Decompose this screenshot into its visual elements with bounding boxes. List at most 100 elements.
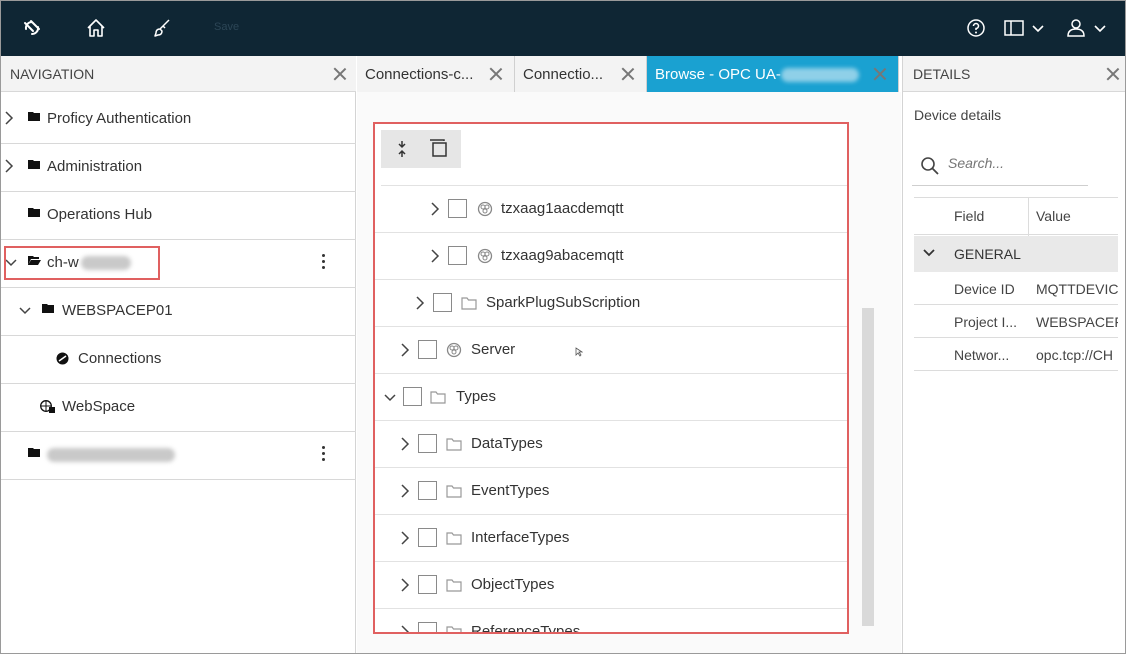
details-search-field[interactable] xyxy=(912,146,1088,186)
node-checkbox[interactable] xyxy=(448,246,467,265)
node-label: DataTypes xyxy=(471,435,543,452)
node-icon xyxy=(477,201,493,217)
folder-icon xyxy=(446,438,462,451)
nav-item-blurred[interactable] xyxy=(0,432,356,480)
node-label: ObjectTypes xyxy=(471,576,555,593)
close-icon[interactable] xyxy=(332,66,348,82)
close-icon[interactable] xyxy=(872,66,888,82)
nav-item-label: Connections xyxy=(78,350,162,367)
tree-node-types[interactable]: Types xyxy=(375,374,847,421)
node-checkbox[interactable] xyxy=(448,199,467,218)
folder-icon xyxy=(28,112,40,121)
details-row: Networ... opc.tcp://CH xyxy=(914,339,1118,371)
details-subtitle: Device details xyxy=(914,107,1002,123)
nav-item-operations-hub[interactable]: Operations Hub xyxy=(0,192,356,240)
chevron-right-icon[interactable] xyxy=(430,201,440,217)
folder-icon xyxy=(28,448,40,457)
folder-icon xyxy=(446,532,462,545)
node-checkbox[interactable] xyxy=(418,528,437,547)
chevron-down-icon[interactable] xyxy=(922,248,936,258)
details-title: DETAILS xyxy=(913,65,971,82)
more-options-icon[interactable] xyxy=(322,254,326,272)
tree-node-referencetypes[interactable]: ReferenceTypes xyxy=(375,609,847,634)
home-icon[interactable] xyxy=(80,12,112,44)
chevron-right-icon[interactable] xyxy=(430,248,440,264)
node-checkbox[interactable] xyxy=(418,622,437,632)
tree-node-objecttypes[interactable]: ObjectTypes xyxy=(375,562,847,609)
chevron-right-icon[interactable] xyxy=(400,530,410,546)
nav-item-webspace[interactable]: WebSpace xyxy=(0,384,356,432)
tree-node-tzxaag9abacemqtt[interactable]: tzxaag9abacemqtt xyxy=(375,233,847,280)
navigation-header: NAVIGATION xyxy=(0,56,356,92)
user-icon[interactable] xyxy=(1062,12,1114,44)
nav-item-webspacep01[interactable]: WEBSPACEP01 xyxy=(0,288,356,336)
tree-node-eventtypes[interactable]: EventTypes xyxy=(375,468,847,515)
chevron-down-icon[interactable] xyxy=(383,393,397,403)
tree-node-tzxaag1aacdemqtt[interactable]: tzxaag1aacdemqtt xyxy=(375,186,847,233)
chevron-down-icon[interactable] xyxy=(18,306,32,316)
nav-item-label: Proficy Authentication xyxy=(47,110,192,127)
close-icon[interactable] xyxy=(488,66,504,82)
node-label: SparkPlugSubScription xyxy=(486,294,641,311)
chevron-right-icon[interactable] xyxy=(4,158,14,174)
highlight-box-nav xyxy=(4,246,160,280)
chevron-right-icon[interactable] xyxy=(400,624,410,634)
nav-item-label: WebSpace xyxy=(62,398,136,415)
nav-item-connections[interactable]: Connections xyxy=(0,336,356,384)
field-value: opc.tcp://CH xyxy=(1036,347,1114,363)
close-icon[interactable] xyxy=(1105,66,1121,82)
node-checkbox[interactable] xyxy=(403,387,422,406)
node-icon xyxy=(477,248,493,264)
details-group-general[interactable]: GENERAL xyxy=(914,236,1118,272)
chevron-right-icon[interactable] xyxy=(400,342,410,358)
column-header-field: Field xyxy=(954,208,985,224)
close-icon[interactable] xyxy=(620,66,636,82)
chevron-right-icon[interactable] xyxy=(4,110,14,126)
chevron-right-icon[interactable] xyxy=(400,483,410,499)
column-header-value: Value xyxy=(1036,208,1071,224)
tab-label: Browse - OPC UA- xyxy=(655,66,859,83)
details-header: DETAILS xyxy=(903,56,1126,92)
nav-item-label: Operations Hub xyxy=(47,206,153,223)
node-checkbox[interactable] xyxy=(418,434,437,453)
chevron-right-icon[interactable] xyxy=(400,577,410,593)
more-options-icon[interactable] xyxy=(322,446,326,464)
nav-item-proficy-authentication[interactable]: Proficy Authentication xyxy=(0,96,356,144)
node-checkbox[interactable] xyxy=(418,575,437,594)
field-label: Device ID xyxy=(954,281,1015,297)
help-icon[interactable] xyxy=(960,12,992,44)
tree-node-sparkplugsubscription[interactable]: SparkPlugSubScription xyxy=(375,280,847,327)
tab-connections-c[interactable]: Connections-c... xyxy=(357,56,515,92)
brush-icon[interactable] xyxy=(146,12,178,44)
folder-icon xyxy=(446,626,462,632)
node-icon xyxy=(446,342,462,358)
tree-node-datatypes[interactable]: DataTypes xyxy=(375,421,847,468)
mouse-cursor-icon xyxy=(575,347,583,357)
connections-icon xyxy=(56,352,69,365)
nav-item-administration[interactable]: Administration xyxy=(0,144,356,192)
tab-connections[interactable]: Connectio... xyxy=(515,56,647,92)
field-label: Networ... xyxy=(954,347,1010,363)
folder-icon xyxy=(42,304,54,313)
node-checkbox[interactable] xyxy=(418,340,437,359)
tree-scrollbar[interactable] xyxy=(862,308,874,626)
tab-browse-opc-ua[interactable]: Browse - OPC UA- xyxy=(647,56,899,92)
chevron-right-icon[interactable] xyxy=(415,295,425,311)
nav-item-label xyxy=(47,446,175,463)
chevron-right-icon[interactable] xyxy=(400,436,410,452)
node-checkbox[interactable] xyxy=(418,481,437,500)
tab-label: Connectio... xyxy=(523,65,604,83)
search-input[interactable] xyxy=(948,155,1084,171)
node-checkbox[interactable] xyxy=(433,293,452,312)
tree-node-server[interactable]: Server xyxy=(375,327,847,374)
node-label: Types xyxy=(456,388,497,405)
folder-icon xyxy=(461,297,477,310)
tree-node-interfacetypes[interactable]: InterfaceTypes xyxy=(375,515,847,562)
nav-item-label: WEBSPACEP01 xyxy=(62,302,173,319)
app-logo-icon[interactable] xyxy=(16,12,48,44)
collapse-all-icon[interactable] xyxy=(397,140,407,158)
field-value: MQTTDEVIC xyxy=(1036,281,1118,297)
details-row: Device ID MQTTDEVIC xyxy=(914,273,1118,305)
layout-icon[interactable] xyxy=(1000,12,1052,44)
select-all-icon[interactable] xyxy=(429,138,449,158)
